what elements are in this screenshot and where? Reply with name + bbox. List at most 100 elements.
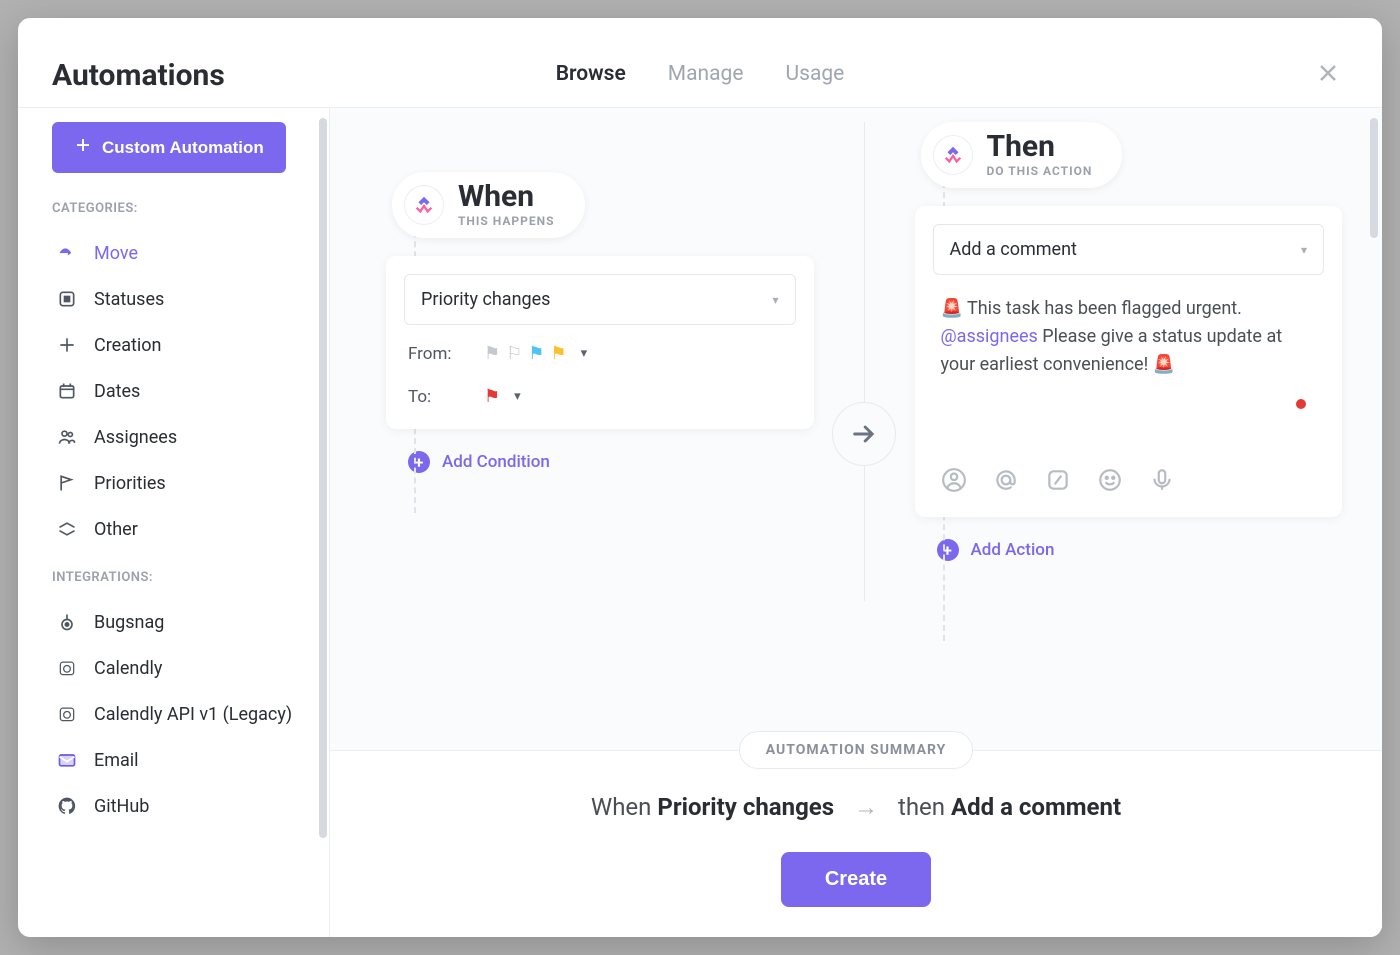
sidebar-item-calendly-legacy[interactable]: Calendly API v1 (Legacy) [52, 691, 307, 737]
custom-automation-label: Custom Automation [102, 138, 264, 158]
sidebar-item-label: Other [94, 519, 138, 540]
mention-icon[interactable] [991, 465, 1021, 495]
modal-body: Custom Automation CATEGORIES: Move Statu… [18, 108, 1382, 937]
to-priority-flags[interactable]: ⚑ ▾ [484, 386, 521, 407]
plus-circle-icon: + [408, 451, 430, 473]
statuses-icon [56, 288, 78, 310]
voice-icon[interactable] [1147, 465, 1177, 495]
email-icon [56, 749, 78, 771]
other-icon [56, 518, 78, 540]
comment-toolbar [933, 455, 1325, 499]
summary-when-prefix: When [591, 793, 657, 821]
sidebar-item-label: Calendly [94, 658, 162, 679]
chevron-down-icon[interactable]: ▾ [581, 346, 588, 361]
arrow-divider-icon [832, 402, 896, 466]
create-button[interactable]: Create [781, 852, 931, 907]
add-condition-button[interactable]: + Add Condition [408, 451, 814, 473]
categories-heading: CATEGORIES: [52, 201, 307, 216]
assign-comment-icon[interactable] [939, 465, 969, 495]
summary-then-value: Add a comment [951, 793, 1121, 821]
sidebar-item-label: Dates [94, 381, 140, 402]
calendly-icon [56, 657, 78, 679]
when-header-pill: When THIS HAPPENS [392, 172, 585, 238]
sidebar-item-label: Calendly API v1 (Legacy) [94, 704, 292, 725]
then-column: Then DO THIS ACTION Add a comment ▾ 🚨 Th… [864, 122, 1343, 601]
dates-icon [56, 380, 78, 402]
then-subtitle: DO THIS ACTION [987, 164, 1093, 178]
summary-label: AUTOMATION SUMMARY [739, 731, 974, 769]
move-icon [56, 242, 78, 264]
flag-yellow-icon: ⚑ [550, 343, 566, 364]
sidebar-item-label: Priorities [94, 473, 166, 494]
when-title: When [458, 182, 555, 212]
creation-icon [56, 334, 78, 356]
sidebar-item-dates[interactable]: Dates [52, 368, 307, 414]
trigger-card: Priority changes ▾ From: ⚑ ⚐ ⚑ ⚑ [386, 256, 814, 429]
summary-sentence: When Priority changes → then Add a comme… [370, 793, 1342, 822]
flag-gray-icon: ⚑ [484, 343, 500, 364]
chevron-down-icon: ▾ [772, 293, 778, 307]
comment-editor[interactable]: 🚨 This task has been flagged urgent. @as… [933, 275, 1325, 455]
tab-manage[interactable]: Manage [668, 38, 744, 114]
sidebar-item-bugsnag[interactable]: Bugsnag [52, 599, 307, 645]
sidebar-item-statuses[interactable]: Statuses [52, 276, 307, 322]
sidebar-scrollbar[interactable] [319, 118, 327, 838]
add-condition-label: Add Condition [442, 452, 550, 472]
comment-text-pre: 🚨 This task has been flagged urgent. [941, 298, 1242, 319]
assignees-icon [56, 426, 78, 448]
trigger-select[interactable]: Priority changes ▾ [404, 274, 796, 325]
then-header-pill: Then DO THIS ACTION [921, 122, 1123, 188]
trigger-select-value: Priority changes [421, 289, 550, 310]
to-label: To: [408, 387, 464, 407]
from-priority-flags[interactable]: ⚑ ⚐ ⚑ ⚑ ▾ [484, 343, 587, 364]
sidebar-item-email[interactable]: Email [52, 737, 307, 783]
when-subtitle: THIS HAPPENS [458, 214, 555, 228]
sidebar-item-move[interactable]: Move [52, 230, 307, 276]
sidebar-item-priorities[interactable]: Priorities [52, 460, 307, 506]
modal-header: Automations Browse Manage Usage [18, 18, 1382, 108]
flag-blue-icon: ⚑ [528, 343, 544, 364]
calendly-legacy-icon [56, 703, 78, 725]
builder-area: When THIS HAPPENS Priority changes ▾ Fro… [330, 108, 1382, 937]
header-tabs: Browse Manage Usage [556, 31, 845, 120]
close-icon[interactable] [1308, 55, 1348, 96]
tab-usage[interactable]: Usage [786, 38, 845, 114]
sidebar: Custom Automation CATEGORIES: Move Statu… [18, 108, 330, 937]
add-action-label: Add Action [971, 540, 1055, 560]
modal-title: Automations [52, 58, 225, 93]
integrations-heading: INTEGRATIONS: [52, 570, 307, 585]
priorities-icon [56, 472, 78, 494]
from-label: From: [408, 344, 464, 364]
automations-modal: Automations Browse Manage Usage Custom A… [18, 18, 1382, 937]
chevron-down-icon: ▾ [1301, 243, 1307, 257]
emoji-icon[interactable] [1095, 465, 1125, 495]
tab-browse[interactable]: Browse [556, 38, 626, 114]
slash-command-icon[interactable] [1043, 465, 1073, 495]
summary-when-value: Priority changes [657, 793, 834, 821]
action-select-value: Add a comment [950, 239, 1077, 260]
sidebar-item-label: Move [94, 243, 138, 264]
comment-mention: @assignees [941, 326, 1038, 347]
clickup-logo-icon [933, 135, 973, 175]
sidebar-item-calendly[interactable]: Calendly [52, 645, 307, 691]
add-action-button[interactable]: + Add Action [937, 539, 1343, 561]
bugsnag-icon [56, 611, 78, 633]
sidebar-item-other[interactable]: Other [52, 506, 307, 552]
summary-then-prefix: then [898, 793, 951, 821]
sidebar-item-label: Bugsnag [94, 612, 164, 633]
create-button-label: Create [825, 868, 887, 890]
sidebar-item-assignees[interactable]: Assignees [52, 414, 307, 460]
sidebar-item-github[interactable]: GitHub [52, 783, 307, 829]
sidebar-item-creation[interactable]: Creation [52, 322, 307, 368]
action-select[interactable]: Add a comment ▾ [933, 224, 1325, 275]
plus-circle-icon: + [937, 539, 959, 561]
when-column: When THIS HAPPENS Priority changes ▾ Fro… [386, 132, 864, 473]
cursor-indicator [1296, 399, 1306, 409]
chevron-down-icon[interactable]: ▾ [514, 389, 521, 404]
automation-summary: AUTOMATION SUMMARY When Priority changes… [330, 750, 1382, 937]
then-title: Then [987, 132, 1093, 162]
custom-automation-button[interactable]: Custom Automation [52, 122, 286, 173]
sidebar-item-label: Creation [94, 335, 161, 356]
from-row: From: ⚑ ⚐ ⚑ ⚑ ▾ [404, 325, 796, 368]
builder: When THIS HAPPENS Priority changes ▾ Fro… [330, 108, 1382, 750]
